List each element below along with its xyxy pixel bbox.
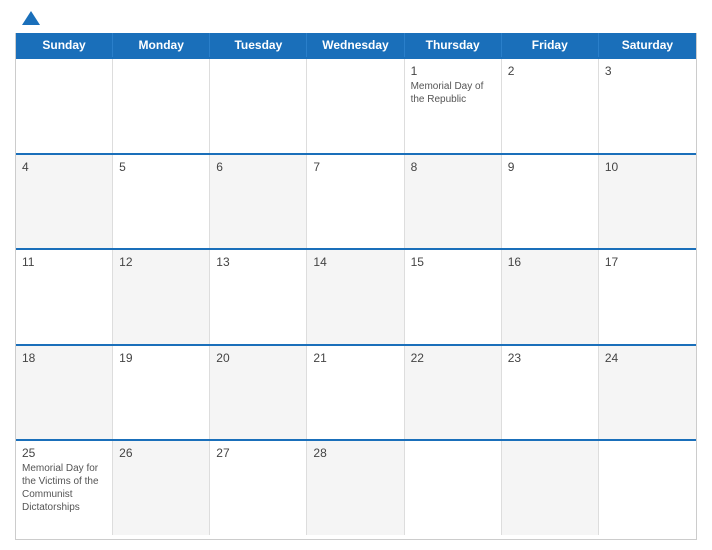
calendar-week-1: 1 Memorial Day of the Republic 23 bbox=[16, 57, 696, 153]
calendar-body: 1 Memorial Day of the Republic 23 456789 10 1… bbox=[16, 57, 696, 535]
header-day-monday: Monday bbox=[113, 33, 210, 57]
calendar-cell: 22 bbox=[405, 346, 502, 440]
day-number: 10 bbox=[605, 160, 690, 174]
logo-blue-text bbox=[20, 10, 40, 25]
calendar-cell bbox=[210, 59, 307, 153]
header-day-saturday: Saturday bbox=[599, 33, 696, 57]
day-number: 20 bbox=[216, 351, 300, 365]
day-number: 24 bbox=[605, 351, 690, 365]
calendar-cell: 26 bbox=[113, 441, 210, 535]
day-number: 21 bbox=[313, 351, 397, 365]
calendar-cell bbox=[599, 441, 696, 535]
calendar-cell bbox=[307, 59, 404, 153]
calendar-cell: 9 bbox=[502, 155, 599, 249]
calendar-cell: 12 bbox=[113, 250, 210, 344]
calendar-cell: 16 bbox=[502, 250, 599, 344]
day-number: 14 bbox=[313, 255, 397, 269]
day-number: 15 bbox=[411, 255, 495, 269]
calendar-cell: 21 bbox=[307, 346, 404, 440]
header-day-tuesday: Tuesday bbox=[210, 33, 307, 57]
calendar-cell: 19 bbox=[113, 346, 210, 440]
event-text: Memorial Day for the Victims of the Comm… bbox=[22, 462, 106, 514]
calendar-cell: 2 bbox=[502, 59, 599, 153]
day-number: 9 bbox=[508, 160, 592, 174]
day-number: 26 bbox=[119, 446, 203, 460]
day-number: 19 bbox=[119, 351, 203, 365]
event-text: Memorial Day of the Republic bbox=[411, 80, 495, 106]
day-number: 6 bbox=[216, 160, 300, 174]
calendar-cell: 17 bbox=[599, 250, 696, 344]
day-number: 3 bbox=[605, 64, 690, 78]
day-number: 17 bbox=[605, 255, 690, 269]
logo bbox=[20, 10, 40, 25]
day-number: 27 bbox=[216, 446, 300, 460]
calendar-header: SundayMondayTuesdayWednesdayThursdayFrid… bbox=[16, 33, 696, 57]
header-day-sunday: Sunday bbox=[16, 33, 113, 57]
day-number: 4 bbox=[22, 160, 106, 174]
header-day-friday: Friday bbox=[502, 33, 599, 57]
day-number: 25 bbox=[22, 446, 106, 460]
calendar-cell: 1 Memorial Day of the Republic bbox=[405, 59, 502, 153]
header-day-wednesday: Wednesday bbox=[307, 33, 404, 57]
page: SundayMondayTuesdayWednesdayThursdayFrid… bbox=[0, 0, 712, 550]
calendar-cell: 20 bbox=[210, 346, 307, 440]
calendar-cell: 10 bbox=[599, 155, 696, 249]
header bbox=[15, 10, 697, 25]
calendar-cell: 4 bbox=[16, 155, 113, 249]
day-number: 23 bbox=[508, 351, 592, 365]
calendar-cell bbox=[16, 59, 113, 153]
calendar-cell: 18 bbox=[16, 346, 113, 440]
calendar-cell: 15 bbox=[405, 250, 502, 344]
calendar-week-2: 456789 10 bbox=[16, 153, 696, 249]
logo-flag-icon bbox=[22, 11, 40, 25]
calendar-cell: 13 bbox=[210, 250, 307, 344]
calendar-cell: 8 bbox=[405, 155, 502, 249]
calendar-cell bbox=[113, 59, 210, 153]
calendar-cell: 27 bbox=[210, 441, 307, 535]
calendar-week-3: 11 12 13 14 15 16 17 bbox=[16, 248, 696, 344]
day-number: 13 bbox=[216, 255, 300, 269]
calendar-cell: 25 Memorial Day for the Victims of the Co… bbox=[16, 441, 113, 535]
calendar-cell: 5 bbox=[113, 155, 210, 249]
calendar-cell: 23 bbox=[502, 346, 599, 440]
day-number: 8 bbox=[411, 160, 495, 174]
day-number: 11 bbox=[22, 255, 106, 269]
day-number: 28 bbox=[313, 446, 397, 460]
calendar-cell: 28 bbox=[307, 441, 404, 535]
calendar-cell bbox=[405, 441, 502, 535]
day-number: 18 bbox=[22, 351, 106, 365]
day-number: 2 bbox=[508, 64, 592, 78]
day-number: 12 bbox=[119, 255, 203, 269]
calendar-cell: 3 bbox=[599, 59, 696, 153]
calendar-cell: 24 bbox=[599, 346, 696, 440]
calendar-week-4: 18 19 20 21 22 23 24 bbox=[16, 344, 696, 440]
calendar-week-5: 25 Memorial Day for the Victims of the Co… bbox=[16, 439, 696, 535]
day-number: 5 bbox=[119, 160, 203, 174]
header-day-thursday: Thursday bbox=[405, 33, 502, 57]
day-number: 16 bbox=[508, 255, 592, 269]
calendar-cell bbox=[502, 441, 599, 535]
calendar-cell: 6 bbox=[210, 155, 307, 249]
calendar-cell: 14 bbox=[307, 250, 404, 344]
calendar-cell: 11 bbox=[16, 250, 113, 344]
calendar-cell: 7 bbox=[307, 155, 404, 249]
day-number: 22 bbox=[411, 351, 495, 365]
calendar: SundayMondayTuesdayWednesdayThursdayFrid… bbox=[15, 33, 697, 540]
day-number: 1 bbox=[411, 64, 495, 78]
day-number: 7 bbox=[313, 160, 397, 174]
